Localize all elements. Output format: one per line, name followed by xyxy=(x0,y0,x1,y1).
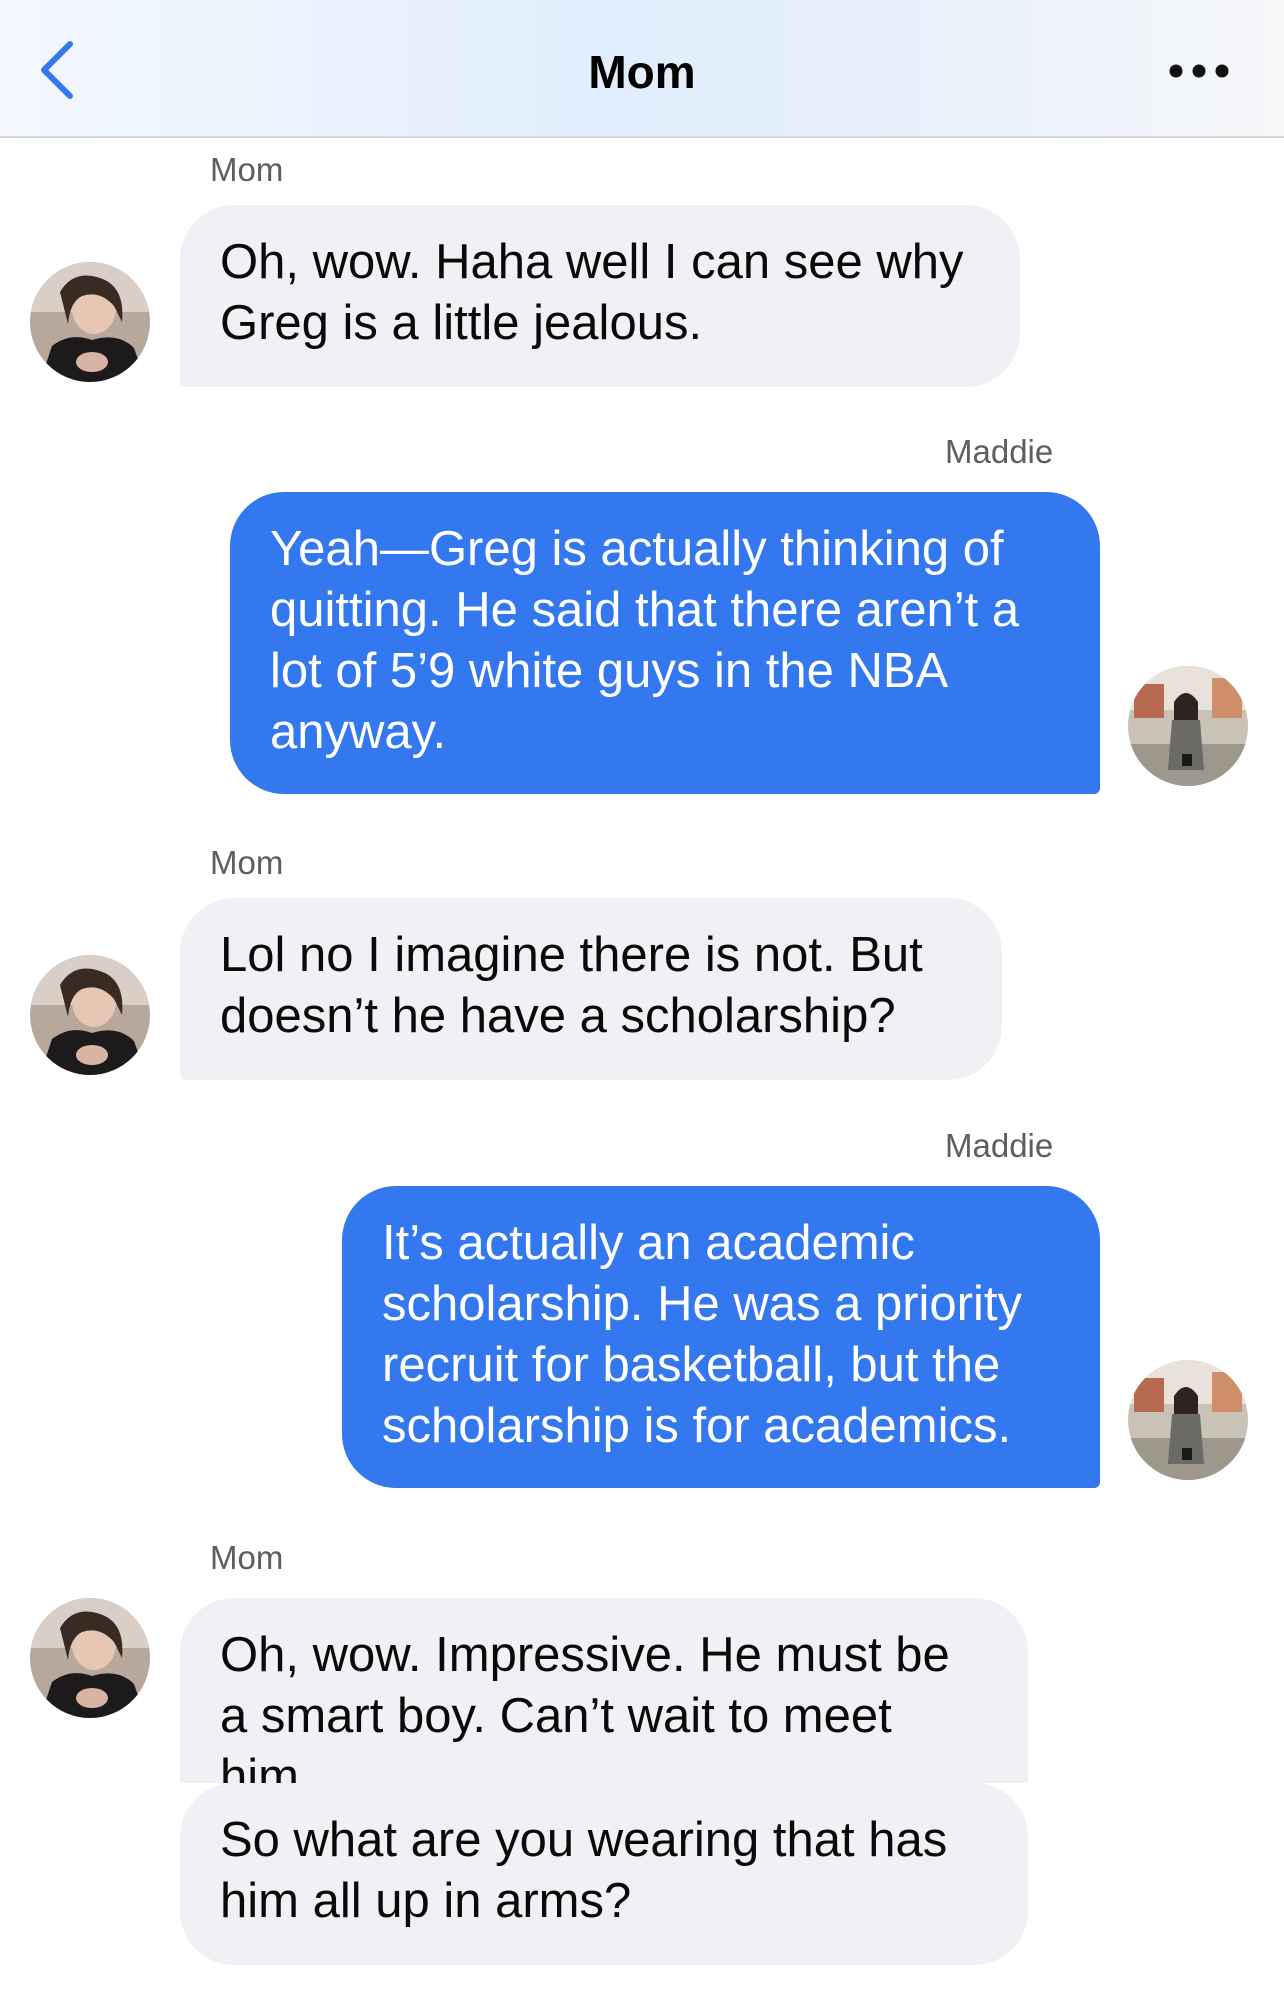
chat-header: Mom xyxy=(0,0,1284,138)
message-bubble-incoming[interactable]: Oh, wow. Impressive. He must be a smart … xyxy=(180,1598,1028,1783)
sender-label: Maddie xyxy=(945,433,1054,470)
avatar-maddie[interactable] xyxy=(1128,1360,1248,1480)
avatar-mom[interactable] xyxy=(30,262,150,382)
sender-label: Mom xyxy=(210,151,284,188)
message-bubble-outgoing[interactable]: Yeah—Greg is actually thinking of quitti… xyxy=(230,492,1100,794)
message-bubble-incoming[interactable]: So what are you wearing that has him all… xyxy=(180,1783,1028,1965)
message-bubble-incoming[interactable]: Oh, wow. Haha well I can see why Greg is… xyxy=(180,205,1020,387)
message-text: Lol no I imagine there is not. But doesn… xyxy=(220,928,923,1043)
mom-avatar-image xyxy=(30,955,150,1075)
message-bubble-incoming[interactable]: Lol no I imagine there is not. But doesn… xyxy=(180,898,1002,1080)
mom-avatar-image xyxy=(30,262,150,382)
message-text: Oh, wow. Haha well I can see why Greg is… xyxy=(220,235,964,350)
avatar-maddie[interactable] xyxy=(1128,666,1248,786)
sender-label: Mom xyxy=(210,1539,284,1576)
sender-label: Maddie xyxy=(945,1127,1054,1164)
message-text: It’s actually an academic scholarship. H… xyxy=(382,1216,1022,1453)
avatar-mom[interactable] xyxy=(30,1598,150,1718)
message-text: Yeah—Greg is actually thinking of quitti… xyxy=(270,522,1020,759)
avatar-mom[interactable] xyxy=(30,955,150,1075)
message-text: So what are you wearing that has him all… xyxy=(220,1813,948,1928)
sender-label: Mom xyxy=(210,844,284,881)
maddie-avatar-image xyxy=(1128,666,1248,786)
conversation-title[interactable]: Mom xyxy=(0,44,1284,100)
ellipsis-icon xyxy=(1169,64,1229,78)
maddie-avatar-image xyxy=(1128,1360,1248,1480)
more-options-button[interactable] xyxy=(1164,56,1234,86)
message-text: Oh, wow. Impressive. He must be a smart … xyxy=(220,1628,950,1783)
mom-avatar-image xyxy=(30,1598,150,1718)
message-bubble-outgoing[interactable]: It’s actually an academic scholarship. H… xyxy=(342,1186,1100,1488)
